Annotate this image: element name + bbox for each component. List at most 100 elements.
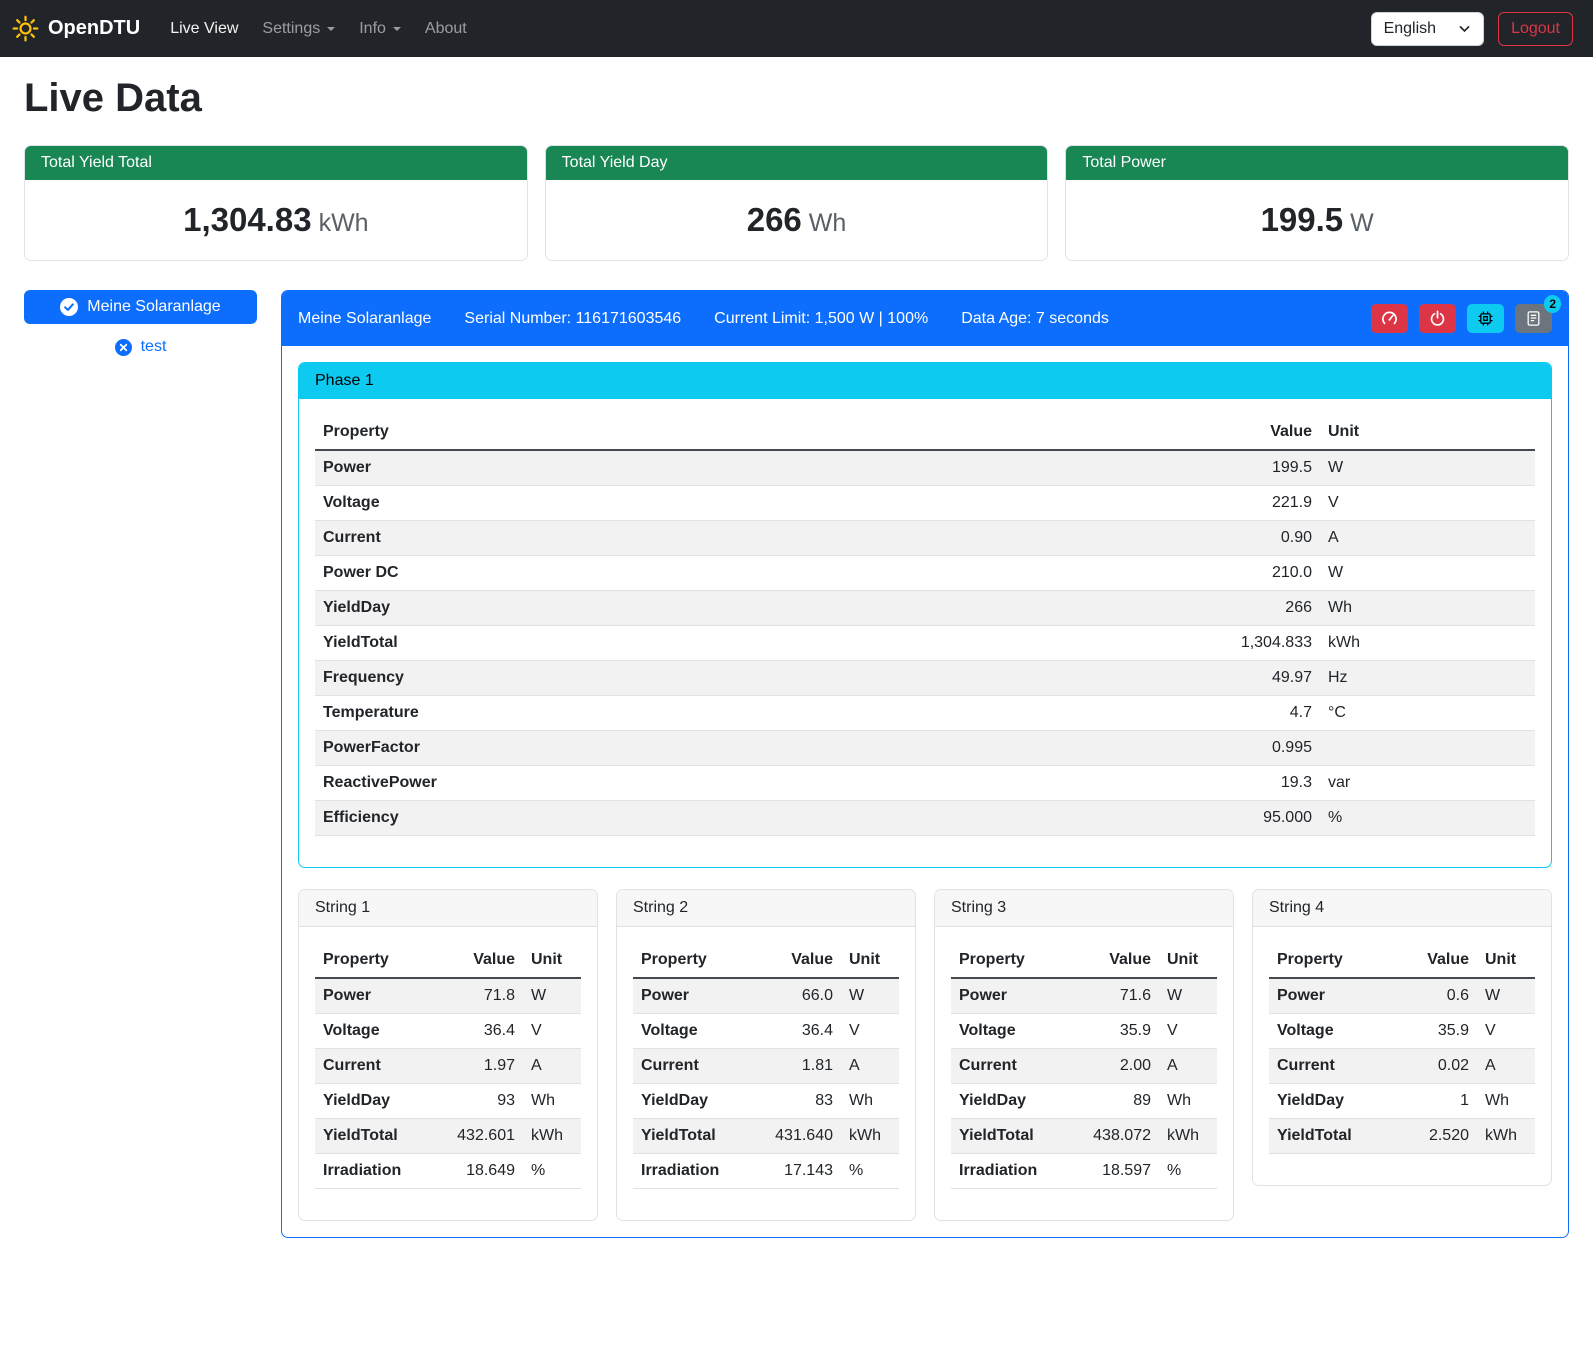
column-header-unit: Unit: [1477, 943, 1535, 978]
property-cell: Voltage: [951, 1014, 1071, 1049]
summary-card: Total Power 199.5W: [1065, 145, 1569, 261]
column-header-unit: Unit: [1159, 943, 1217, 978]
value-cell: 18.649: [435, 1154, 523, 1189]
value-cell: 431.640: [753, 1119, 841, 1154]
summary-card: Total Yield Total 1,304.83kWh: [24, 145, 528, 261]
unit-cell: Wh: [523, 1084, 581, 1119]
nav-about[interactable]: About: [417, 12, 475, 46]
table-row: YieldTotal 432.601 kWh: [315, 1119, 581, 1154]
table-row: YieldTotal 438.072 kWh: [951, 1119, 1217, 1154]
sidebar-item-inverter-selected[interactable]: Meine Solaranlage: [24, 290, 257, 324]
property-cell: Voltage: [633, 1014, 753, 1049]
property-cell: YieldTotal: [951, 1119, 1071, 1154]
summary-card-unit: Wh: [809, 209, 847, 237]
value-cell: 49.97: [916, 661, 1320, 696]
value-cell: 4.7: [916, 696, 1320, 731]
property-cell: YieldTotal: [1269, 1119, 1389, 1154]
logout-button[interactable]: Logout: [1498, 12, 1573, 46]
column-header-value: Value: [1071, 943, 1159, 978]
property-cell: YieldDay: [951, 1084, 1071, 1119]
property-cell: ReactivePower: [315, 766, 916, 801]
property-cell: PowerFactor: [315, 731, 916, 766]
unit-cell: Wh: [1320, 591, 1535, 626]
string-table: Property Value Unit: [633, 943, 899, 1189]
nav-live-view[interactable]: Live View: [162, 12, 246, 46]
table-row: YieldTotal 2.520 kWh: [1269, 1119, 1535, 1154]
value-cell: 17.143: [753, 1154, 841, 1189]
property-cell: Temperature: [315, 696, 916, 731]
property-cell: Power: [951, 978, 1071, 1014]
value-cell: 221.9: [916, 486, 1320, 521]
table-row: Current 0.02 A: [1269, 1049, 1535, 1084]
value-cell: 36.4: [753, 1014, 841, 1049]
unit-cell: W: [1159, 978, 1217, 1014]
event-count-badge: 2: [1544, 295, 1561, 313]
phase-card: Phase 1 Property Value Unit: [298, 362, 1552, 868]
limit-settings-button[interactable]: [1371, 304, 1408, 333]
sidebar-item-inverter-test[interactable]: test: [24, 333, 257, 361]
inverter-name: Meine Solaranlage: [298, 310, 431, 328]
table-row: Current 2.00 A: [951, 1049, 1217, 1084]
table-row: Power DC 210.0 W: [315, 556, 1535, 591]
property-cell: Irradiation: [315, 1154, 435, 1189]
string-card-title: String 2: [617, 890, 915, 927]
nav-info[interactable]: Info: [351, 12, 409, 46]
unit-cell: W: [523, 978, 581, 1014]
table-row: Power 71.8 W: [315, 978, 581, 1014]
page-title: Live Data: [24, 76, 1569, 121]
value-cell: 71.6: [1071, 978, 1159, 1014]
brand[interactable]: OpenDTU: [12, 15, 140, 42]
property-cell: Current: [633, 1049, 753, 1084]
string-card-title: String 4: [1253, 890, 1551, 927]
language-select[interactable]: English: [1371, 12, 1484, 46]
inverter-panel: Meine Solaranlage Serial Number: 1161716…: [281, 290, 1569, 1238]
power-settings-button[interactable]: [1419, 304, 1456, 333]
inverter-panel-header: Meine Solaranlage Serial Number: 1161716…: [282, 291, 1568, 346]
table-row: Irradiation 17.143 %: [633, 1154, 899, 1189]
column-header-value: Value: [1389, 943, 1477, 978]
value-cell: 93: [435, 1084, 523, 1119]
value-cell: 0.90: [916, 521, 1320, 556]
nav-settings[interactable]: Settings: [254, 12, 343, 46]
unit-cell: Hz: [1320, 661, 1535, 696]
device-info-button[interactable]: [1467, 304, 1504, 333]
sidebar-item-label: Meine Solaranlage: [87, 298, 220, 316]
table-row: YieldDay 266 Wh: [315, 591, 1535, 626]
table-header-row: Property Value Unit: [315, 415, 1535, 450]
summary-card-value: 266: [747, 201, 802, 238]
value-cell: 210.0: [916, 556, 1320, 591]
string-table: Property Value Unit: [315, 943, 581, 1189]
property-cell: Efficiency: [315, 801, 916, 836]
property-cell: Irradiation: [633, 1154, 753, 1189]
property-cell: Current: [315, 521, 916, 556]
unit-cell: W: [1477, 978, 1535, 1014]
property-cell: Voltage: [315, 486, 916, 521]
value-cell: 19.3: [916, 766, 1320, 801]
value-cell: 2.520: [1389, 1119, 1477, 1154]
table-row: YieldDay 93 Wh: [315, 1084, 581, 1119]
unit-cell: kWh: [841, 1119, 899, 1154]
string-table: Property Value Unit: [1269, 943, 1535, 1154]
summary-card: Total Yield Day 266Wh: [545, 145, 1049, 261]
summary-card-value: 1,304.83: [183, 201, 311, 238]
column-header-property: Property: [633, 943, 753, 978]
value-cell: 432.601: [435, 1119, 523, 1154]
unit-cell: V: [1159, 1014, 1217, 1049]
string-card: String 3 Property Value Unit: [934, 889, 1234, 1221]
unit-cell: kWh: [523, 1119, 581, 1154]
table-row: Current 1.81 A: [633, 1049, 899, 1084]
table-row: Current 0.90 A: [315, 521, 1535, 556]
language-select-value: English: [1384, 20, 1436, 38]
event-log-button[interactable]: 2: [1515, 304, 1552, 333]
value-cell: 36.4: [435, 1014, 523, 1049]
table-row: Irradiation 18.649 %: [315, 1154, 581, 1189]
unit-cell: V: [841, 1014, 899, 1049]
unit-cell: W: [1320, 556, 1535, 591]
property-cell: YieldTotal: [633, 1119, 753, 1154]
string-card: String 2 Property Value Unit: [616, 889, 916, 1221]
property-cell: YieldDay: [315, 591, 916, 626]
summary-card-title: Total Yield Day: [546, 146, 1048, 180]
value-cell: 2.00: [1071, 1049, 1159, 1084]
property-cell: Frequency: [315, 661, 916, 696]
table-header-row: Property Value Unit: [315, 943, 581, 978]
